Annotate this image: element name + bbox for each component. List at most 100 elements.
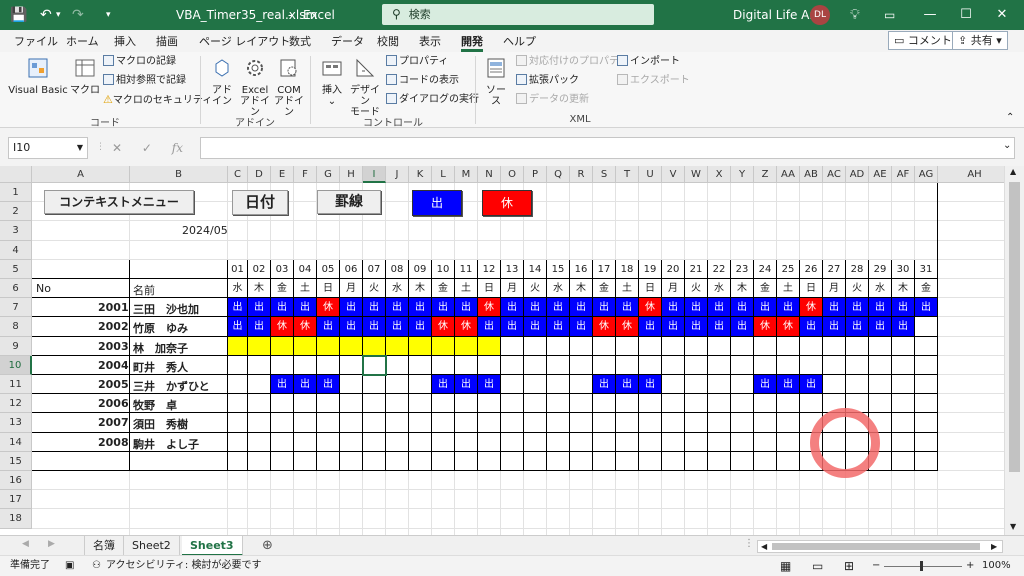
schedule-cell[interactable] [777, 413, 800, 433]
weekday-cell[interactable]: 土 [777, 279, 800, 299]
schedule-cell[interactable] [708, 336, 731, 356]
schedule-cell[interactable] [662, 394, 685, 414]
schedule-cell[interactable] [593, 413, 616, 433]
schedule-cell[interactable] [869, 394, 892, 414]
schedule-cell[interactable] [432, 413, 455, 433]
column-header[interactable]: Y [731, 166, 754, 183]
zoom-out-button[interactable]: − [872, 556, 880, 576]
schedule-cell[interactable]: 出 [777, 375, 800, 395]
day-header-cell[interactable]: 19 [639, 259, 662, 279]
schedule-cell[interactable] [228, 336, 248, 356]
schedule-cell[interactable] [570, 432, 593, 452]
row-header[interactable]: 16 [0, 471, 32, 491]
schedule-cell[interactable]: 出 [524, 298, 547, 318]
schedule-cell[interactable] [915, 355, 938, 375]
schedule-cell[interactable] [228, 355, 248, 375]
schedule-cell[interactable] [248, 336, 271, 356]
column-header[interactable]: L [432, 166, 455, 183]
schedule-cell[interactable]: 出 [892, 317, 915, 337]
schedule-cell[interactable]: 出 [317, 375, 340, 395]
tab-review[interactable]: 校閲 [377, 32, 399, 52]
schedule-cell[interactable] [616, 413, 639, 433]
schedule-cell[interactable] [685, 394, 708, 414]
weekday-cell[interactable]: 月 [501, 279, 524, 299]
insert-function-icon[interactable]: fx [172, 141, 183, 155]
schedule-cell[interactable]: 出 [823, 298, 846, 318]
column-header[interactable]: G [317, 166, 340, 183]
schedule-cell[interactable] [228, 432, 248, 452]
row-header[interactable]: 2 [0, 202, 32, 222]
schedule-cell[interactable] [340, 355, 363, 375]
schedule-cell[interactable] [455, 451, 478, 471]
schedule-cell[interactable] [570, 394, 593, 414]
schedule-cell[interactable] [616, 394, 639, 414]
schedule-cell[interactable] [248, 355, 271, 375]
tab-formulas[interactable]: 数式 [289, 32, 311, 52]
schedule-cell[interactable] [317, 413, 340, 433]
schedule-cell[interactable] [685, 355, 708, 375]
accessibility-status[interactable]: アクセシビリティ: 検討が必要です [106, 556, 261, 576]
schedule-cell[interactable] [386, 375, 409, 395]
day-header-cell[interactable]: 07 [363, 259, 386, 279]
schedule-cell[interactable] [271, 394, 294, 414]
run-dialog-button[interactable]: ダイアログの実行 [386, 92, 479, 108]
lightbulb-icon[interactable]: 💡︎ [850, 0, 860, 30]
schedule-cell[interactable]: 出 [639, 317, 662, 337]
schedule-cell[interactable] [731, 432, 754, 452]
schedule-cell[interactable] [455, 394, 478, 414]
tab-help[interactable]: ヘルプ [503, 32, 536, 52]
schedule-cell[interactable]: 出 [777, 298, 800, 318]
schedule-cell[interactable] [547, 355, 570, 375]
schedule-cell[interactable] [892, 451, 915, 471]
column-header[interactable]: W [685, 166, 708, 183]
weekday-cell[interactable]: 土 [455, 279, 478, 299]
vertical-scrollbar[interactable]: ▲ ▼ [1004, 166, 1024, 535]
schedule-cell[interactable] [892, 413, 915, 433]
schedule-cell[interactable] [593, 432, 616, 452]
schedule-cell[interactable] [340, 413, 363, 433]
macro-recording-icon[interactable]: ▣ [65, 556, 74, 576]
schedule-cell[interactable] [409, 375, 432, 395]
schedule-cell[interactable] [409, 336, 432, 356]
schedule-cell[interactable]: 休 [777, 317, 800, 337]
schedule-cell[interactable] [317, 432, 340, 452]
row-header[interactable]: 1 [0, 183, 32, 203]
day-header-cell[interactable]: 30 [892, 259, 915, 279]
column-header[interactable]: AD [846, 166, 869, 183]
schedule-cell[interactable] [478, 451, 501, 471]
sheet-tab-sheet2[interactable]: Sheet2 [124, 536, 180, 556]
formula-input[interactable] [200, 137, 1015, 159]
day-header-cell[interactable]: 23 [731, 259, 754, 279]
schedule-cell[interactable]: 出 [570, 298, 593, 318]
weekday-cell[interactable]: 土 [294, 279, 317, 299]
schedule-cell[interactable] [593, 355, 616, 375]
zoom-slider-thumb[interactable] [920, 561, 923, 571]
weekday-cell[interactable]: 金 [271, 279, 294, 299]
schedule-cell[interactable]: 出 [800, 375, 823, 395]
schedule-cell[interactable]: 出 [731, 298, 754, 318]
weekday-cell[interactable]: 月 [340, 279, 363, 299]
schedule-cell[interactable]: 出 [340, 298, 363, 318]
addin-button[interactable]: アド イン [208, 56, 236, 107]
day-header-cell[interactable]: 04 [294, 259, 317, 279]
schedule-cell[interactable] [869, 355, 892, 375]
date-button[interactable]: 日付 [232, 190, 288, 216]
schedule-cell[interactable] [846, 336, 869, 356]
weekday-cell[interactable]: 木 [892, 279, 915, 299]
schedule-cell[interactable] [524, 394, 547, 414]
schedule-cell[interactable] [547, 336, 570, 356]
schedule-cell[interactable] [708, 394, 731, 414]
customize-toolbar-icon[interactable]: ▾ [106, 0, 111, 30]
select-all-corner[interactable] [0, 166, 32, 183]
avatar[interactable]: DL [810, 5, 830, 25]
name-box[interactable]: I10 ▼ [8, 137, 88, 159]
row-header[interactable]: 14 [0, 432, 32, 452]
schedule-cell[interactable] [524, 413, 547, 433]
header-cell[interactable] [32, 259, 130, 279]
schedule-cell[interactable] [593, 451, 616, 471]
horizontal-scrollbar[interactable]: ◀ ▶ [757, 540, 1003, 553]
column-header[interactable]: Z [754, 166, 777, 183]
schedule-cell[interactable]: 休 [271, 317, 294, 337]
schedule-cell[interactable] [432, 336, 455, 356]
schedule-cell[interactable] [455, 432, 478, 452]
